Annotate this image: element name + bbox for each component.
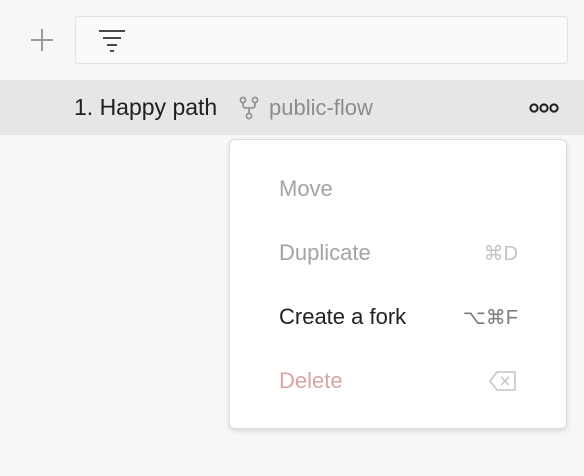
plus-icon xyxy=(31,29,53,51)
menu-item-delete[interactable]: Delete xyxy=(230,353,566,409)
menu-item-shortcut: ⌥⌘F xyxy=(462,307,518,329)
menu-item-label: Move xyxy=(279,176,333,201)
menu-item-create-fork[interactable]: Create a fork ⌥⌘F xyxy=(230,289,566,345)
fork-icon xyxy=(239,96,259,120)
filter-field[interactable] xyxy=(75,16,568,64)
filter-lines-icon[interactable] xyxy=(96,27,128,55)
flow-title: 1. Happy path xyxy=(74,94,218,120)
menu-item-label: Delete xyxy=(279,368,343,393)
menu-item-shortcut: ⌘D xyxy=(483,243,518,265)
filter-input[interactable] xyxy=(138,23,558,57)
context-menu: Move Duplicate ⌘D Create a fork ⌥⌘F Dele… xyxy=(229,139,567,429)
more-options-button[interactable] xyxy=(526,94,562,122)
add-flow-button[interactable] xyxy=(26,24,58,56)
flow-row[interactable]: 1. Happy path public-flow xyxy=(0,80,584,135)
backspace-icon xyxy=(489,371,516,391)
menu-item-label: Duplicate xyxy=(279,240,371,265)
flow-branch-label: public-flow xyxy=(269,95,373,120)
menu-item-label: Create a fork xyxy=(279,304,407,329)
menu-item-duplicate[interactable]: Duplicate ⌘D xyxy=(230,225,566,281)
flows-panel: 1. Happy path public-flow Move Duplicate… xyxy=(0,0,584,476)
menu-item-move[interactable]: Move xyxy=(230,161,566,217)
more-dots-icon xyxy=(529,103,559,113)
